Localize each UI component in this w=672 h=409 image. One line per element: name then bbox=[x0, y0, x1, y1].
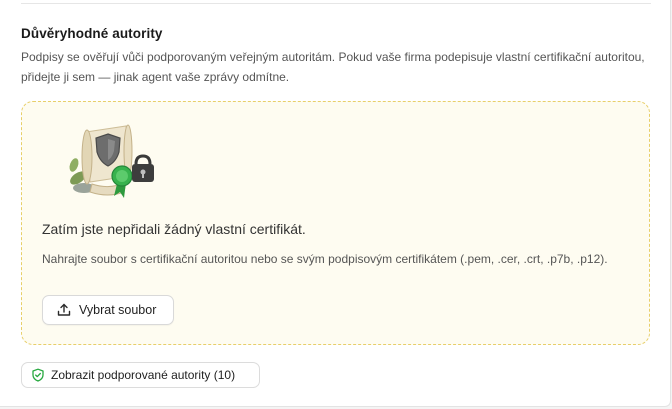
show-supported-label: Zobrazit podporované autority (10) bbox=[51, 368, 236, 382]
empty-state-description: Nahrajte soubor s certifikační autoritou… bbox=[42, 252, 608, 266]
certificate-dropzone[interactable]: Zatím jste nepřidali žádný vlastní certi… bbox=[21, 101, 650, 345]
upload-icon bbox=[57, 303, 71, 317]
shield-check-icon bbox=[31, 368, 45, 382]
select-file-label: Vybrat soubor bbox=[79, 303, 157, 317]
divider bbox=[21, 3, 651, 4]
section-description: Podpisy se ověřují vůči podporovaným veř… bbox=[21, 50, 645, 84]
show-supported-authorities-button[interactable]: Zobrazit podporované autority (10) bbox=[21, 362, 260, 388]
trusted-authorities-card: Důvěryhodné autority Podpisy se ověřují … bbox=[0, 0, 671, 407]
certificate-scroll-illustration bbox=[69, 124, 154, 198]
empty-state-title: Zatím jste nepřidali žádný vlastní certi… bbox=[42, 221, 306, 237]
section-title: Důvěryhodné autority bbox=[21, 26, 163, 41]
select-file-button[interactable]: Vybrat soubor bbox=[42, 295, 174, 325]
